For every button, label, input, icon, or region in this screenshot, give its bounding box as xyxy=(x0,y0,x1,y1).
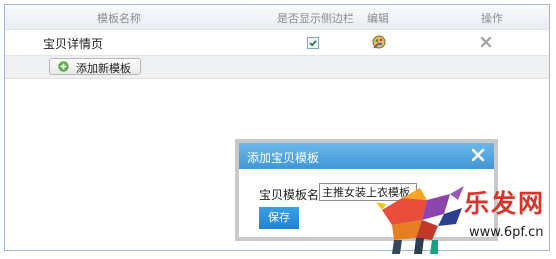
add-template-bar: 添加新模板 xyxy=(5,56,549,79)
edit-icon[interactable] xyxy=(371,34,387,50)
table-header: 模板名称 是否显示侧边栏 编辑 操作 xyxy=(5,5,549,30)
save-button[interactable]: 保存 xyxy=(259,207,299,229)
brand-url: www.6pf.cn xyxy=(469,225,544,240)
header-template-name: 模板名称 xyxy=(97,12,141,25)
add-template-label: 添加新模板 xyxy=(76,62,131,75)
header-edit: 编辑 xyxy=(367,12,389,25)
delete-icon[interactable] xyxy=(480,36,492,48)
header-action: 操作 xyxy=(481,12,503,25)
add-template-button[interactable]: 添加新模板 xyxy=(49,58,141,75)
dialog-header: 添加宝贝模板 xyxy=(239,143,494,169)
bull-logo-icon xyxy=(376,186,464,254)
table-row: 宝贝详情页 xyxy=(5,30,549,56)
dialog-title: 添加宝贝模板 xyxy=(247,151,320,165)
header-show-sidebar: 是否显示侧边栏 xyxy=(277,12,354,25)
show-sidebar-checkbox[interactable] xyxy=(307,37,319,49)
check-icon xyxy=(309,40,317,47)
watermark-logo: 乐发网 www.6pf.cn xyxy=(372,180,554,256)
template-name-cell: 宝贝详情页 xyxy=(43,37,104,51)
close-icon[interactable] xyxy=(470,147,486,163)
brand-name: 乐发网 xyxy=(464,189,546,218)
plus-icon xyxy=(58,61,69,72)
